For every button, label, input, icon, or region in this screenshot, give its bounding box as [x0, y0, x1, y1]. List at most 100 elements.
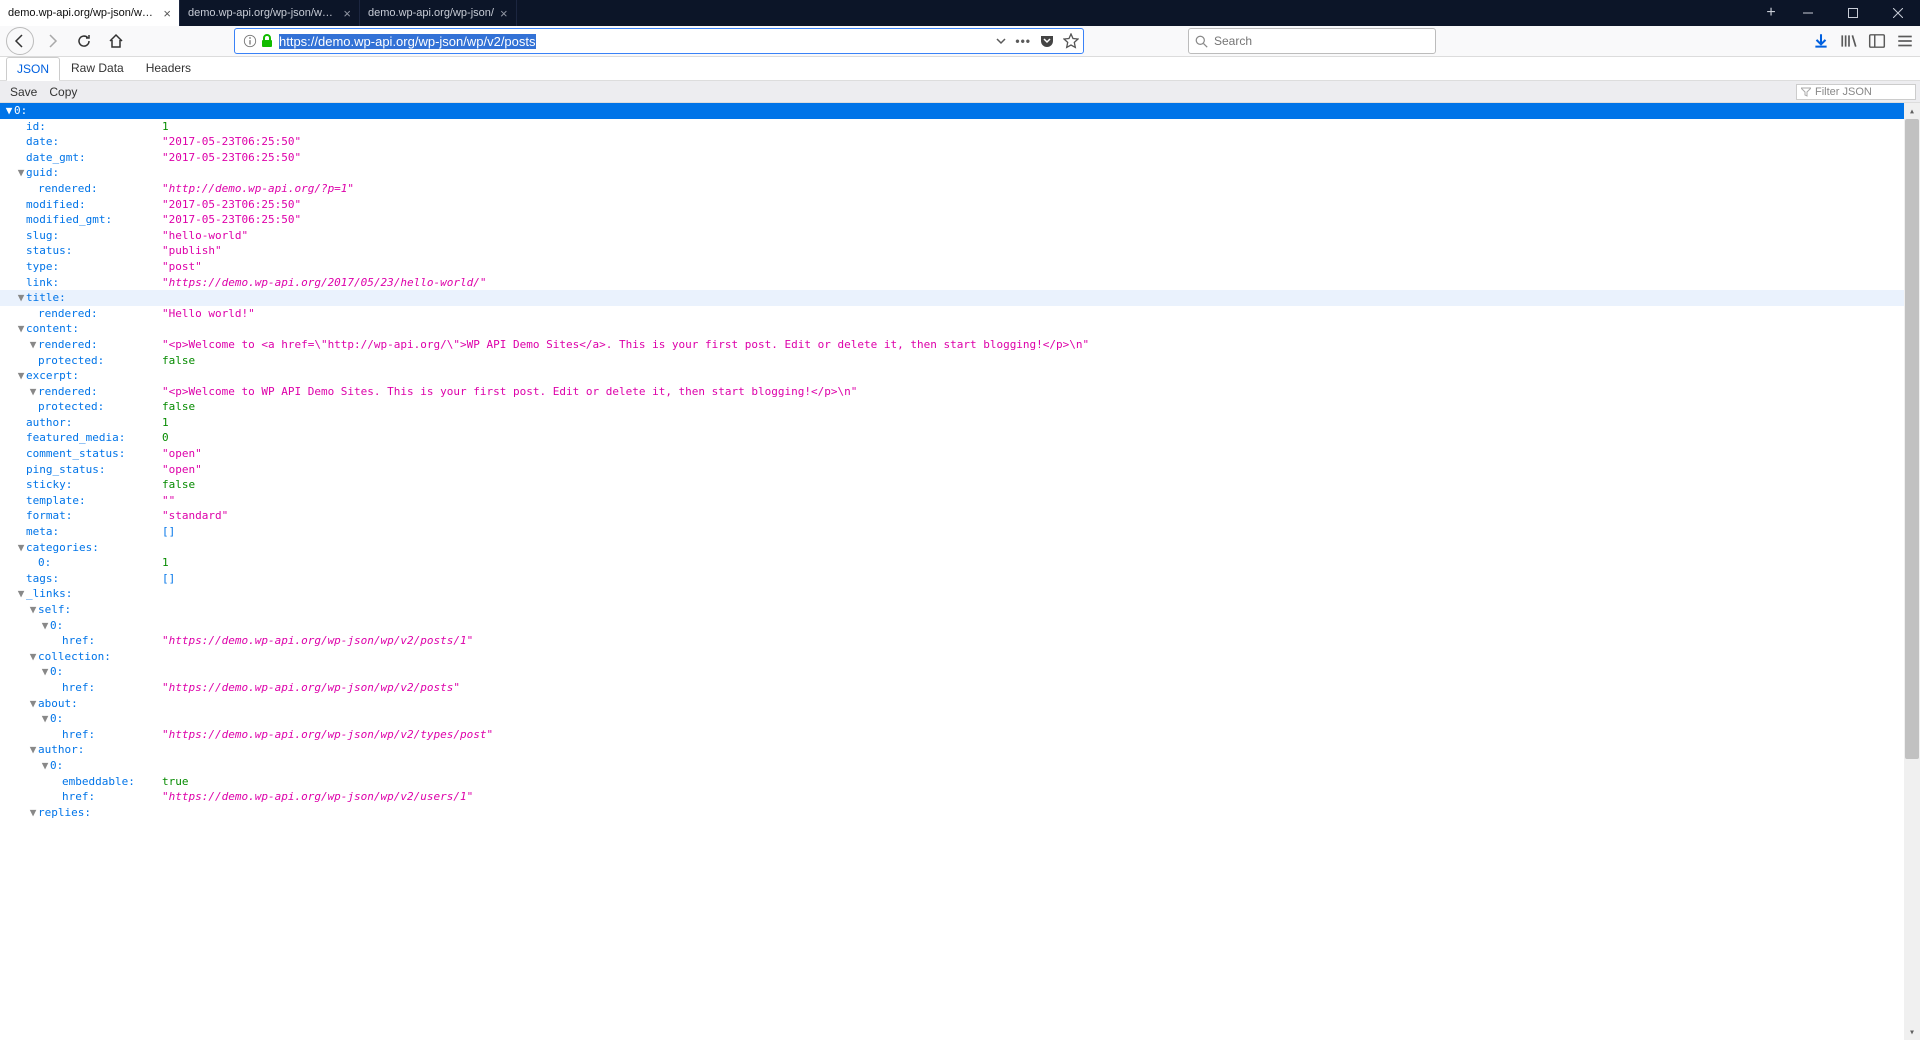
twisty-icon[interactable]: ▼ — [28, 602, 38, 618]
json-row[interactable]: link:"https://demo.wp-api.org/2017/05/23… — [0, 275, 1920, 291]
twisty-icon[interactable] — [52, 789, 62, 805]
twisty-icon[interactable] — [16, 524, 26, 540]
json-row[interactable]: ▼title: — [0, 290, 1920, 306]
twisty-icon[interactable] — [16, 462, 26, 478]
maximize-button[interactable] — [1830, 0, 1875, 26]
twisty-icon[interactable] — [16, 493, 26, 509]
twisty-icon[interactable] — [28, 555, 38, 571]
twisty-icon[interactable] — [28, 306, 38, 322]
twisty-icon[interactable] — [16, 243, 26, 259]
search-bar[interactable] — [1188, 28, 1436, 54]
twisty-icon[interactable] — [16, 197, 26, 213]
json-row[interactable]: ▼categories: — [0, 540, 1920, 556]
reload-button[interactable] — [70, 27, 98, 55]
minimize-button[interactable] — [1785, 0, 1830, 26]
page-actions-icon[interactable]: ••• — [1015, 34, 1031, 48]
tab-headers[interactable]: Headers — [135, 56, 202, 80]
twisty-icon[interactable]: ▼ — [28, 649, 38, 665]
twisty-icon[interactable]: ▼ — [40, 711, 50, 727]
twisty-icon[interactable] — [28, 181, 38, 197]
library-icon[interactable] — [1840, 32, 1858, 50]
twisty-icon[interactable]: ▼ — [16, 165, 26, 181]
json-row[interactable]: ▼0: — [0, 758, 1920, 774]
twisty-icon[interactable]: ▼ — [16, 290, 26, 306]
twisty-icon[interactable] — [16, 571, 26, 587]
twisty-icon[interactable] — [16, 150, 26, 166]
new-tab-button[interactable]: + — [1757, 0, 1785, 26]
twisty-icon[interactable] — [52, 774, 62, 790]
twisty-icon[interactable] — [28, 353, 38, 369]
twisty-icon[interactable] — [16, 134, 26, 150]
json-row[interactable]: tags:[] — [0, 571, 1920, 587]
json-row[interactable]: ▼rendered:"<p>Welcome to WP API Demo Sit… — [0, 384, 1920, 400]
downloads-icon[interactable] — [1812, 32, 1830, 50]
url-text[interactable]: https://demo.wp-api.org/wp-json/wp/v2/po… — [277, 32, 995, 51]
twisty-icon[interactable] — [16, 259, 26, 275]
json-row[interactable]: ▼0: — [0, 711, 1920, 727]
close-tab-icon[interactable]: × — [163, 6, 171, 21]
json-row[interactable]: href:"https://demo.wp-api.org/wp-json/wp… — [0, 727, 1920, 743]
bookmark-star-icon[interactable] — [1063, 33, 1079, 49]
json-row[interactable]: status:"publish" — [0, 243, 1920, 259]
json-tree[interactable]: ▼0:id:1date:"2017-05-23T06:25:50"date_gm… — [0, 103, 1920, 1040]
json-row[interactable]: slug:"hello-world" — [0, 228, 1920, 244]
twisty-icon[interactable] — [16, 228, 26, 244]
json-row[interactable]: protected:false — [0, 399, 1920, 415]
json-row[interactable]: author:1 — [0, 415, 1920, 431]
json-row[interactable]: href:"https://demo.wp-api.org/wp-json/wp… — [0, 633, 1920, 649]
json-row[interactable]: id:1 — [0, 119, 1920, 135]
json-row[interactable]: rendered:"http://demo.wp-api.org/?p=1" — [0, 181, 1920, 197]
url-bar[interactable]: https://demo.wp-api.org/wp-json/wp/v2/po… — [234, 28, 1084, 54]
site-identity[interactable] — [239, 34, 277, 48]
twisty-icon[interactable]: ▼ — [28, 742, 38, 758]
json-row[interactable]: comment_status:"open" — [0, 446, 1920, 462]
twisty-icon[interactable] — [52, 633, 62, 649]
json-row[interactable]: modified:"2017-05-23T06:25:50" — [0, 197, 1920, 213]
forward-button[interactable] — [38, 27, 66, 55]
twisty-icon[interactable] — [16, 446, 26, 462]
browser-tab[interactable]: demo.wp-api.org/wp-json/× — [360, 0, 517, 26]
back-button[interactable] — [6, 27, 34, 55]
twisty-icon[interactable]: ▼ — [40, 664, 50, 680]
json-row[interactable]: ▼replies: — [0, 805, 1920, 821]
json-row[interactable]: ▼about: — [0, 696, 1920, 712]
twisty-icon[interactable] — [16, 430, 26, 446]
twisty-icon[interactable]: ▼ — [40, 758, 50, 774]
json-row[interactable]: date_gmt:"2017-05-23T06:25:50" — [0, 150, 1920, 166]
save-button[interactable]: Save — [4, 83, 43, 101]
json-row[interactable]: ▼excerpt: — [0, 368, 1920, 384]
json-row[interactable]: ▼_links: — [0, 586, 1920, 602]
json-row[interactable]: href:"https://demo.wp-api.org/wp-json/wp… — [0, 789, 1920, 805]
twisty-icon[interactable] — [52, 680, 62, 696]
twisty-icon[interactable]: ▼ — [4, 103, 14, 119]
json-row[interactable]: ping_status:"open" — [0, 462, 1920, 478]
twisty-icon[interactable] — [16, 477, 26, 493]
twisty-icon[interactable] — [16, 415, 26, 431]
close-tab-icon[interactable]: × — [500, 6, 508, 21]
filter-json-input[interactable]: Filter JSON — [1796, 84, 1916, 100]
json-row[interactable]: sticky:false — [0, 477, 1920, 493]
json-row[interactable]: ▼self: — [0, 602, 1920, 618]
json-row[interactable]: rendered:"Hello world!" — [0, 306, 1920, 322]
json-row[interactable]: format:"standard" — [0, 508, 1920, 524]
tab-raw-data[interactable]: Raw Data — [60, 56, 135, 80]
twisty-icon[interactable]: ▼ — [28, 384, 38, 400]
json-row[interactable]: embeddable:true — [0, 774, 1920, 790]
twisty-icon[interactable] — [52, 727, 62, 743]
json-row[interactable]: ▼0: — [0, 103, 1920, 119]
close-window-button[interactable] — [1875, 0, 1920, 26]
scroll-down-arrow[interactable]: ▾ — [1904, 1024, 1920, 1040]
twisty-icon[interactable]: ▼ — [16, 540, 26, 556]
twisty-icon[interactable]: ▼ — [28, 696, 38, 712]
dropdown-icon[interactable] — [995, 35, 1007, 47]
tab-json[interactable]: JSON — [6, 57, 60, 81]
json-row[interactable]: ▼author: — [0, 742, 1920, 758]
browser-tab[interactable]: demo.wp-api.org/wp-json/wp/v2/j× — [0, 0, 180, 26]
json-row[interactable]: ▼collection: — [0, 649, 1920, 665]
json-row[interactable]: date:"2017-05-23T06:25:50" — [0, 134, 1920, 150]
search-input[interactable] — [1214, 34, 1429, 48]
twisty-icon[interactable]: ▼ — [28, 805, 38, 821]
json-row[interactable]: ▼guid: — [0, 165, 1920, 181]
twisty-icon[interactable]: ▼ — [16, 321, 26, 337]
browser-tab[interactable]: demo.wp-api.org/wp-json/wp/v2/× — [180, 0, 360, 26]
